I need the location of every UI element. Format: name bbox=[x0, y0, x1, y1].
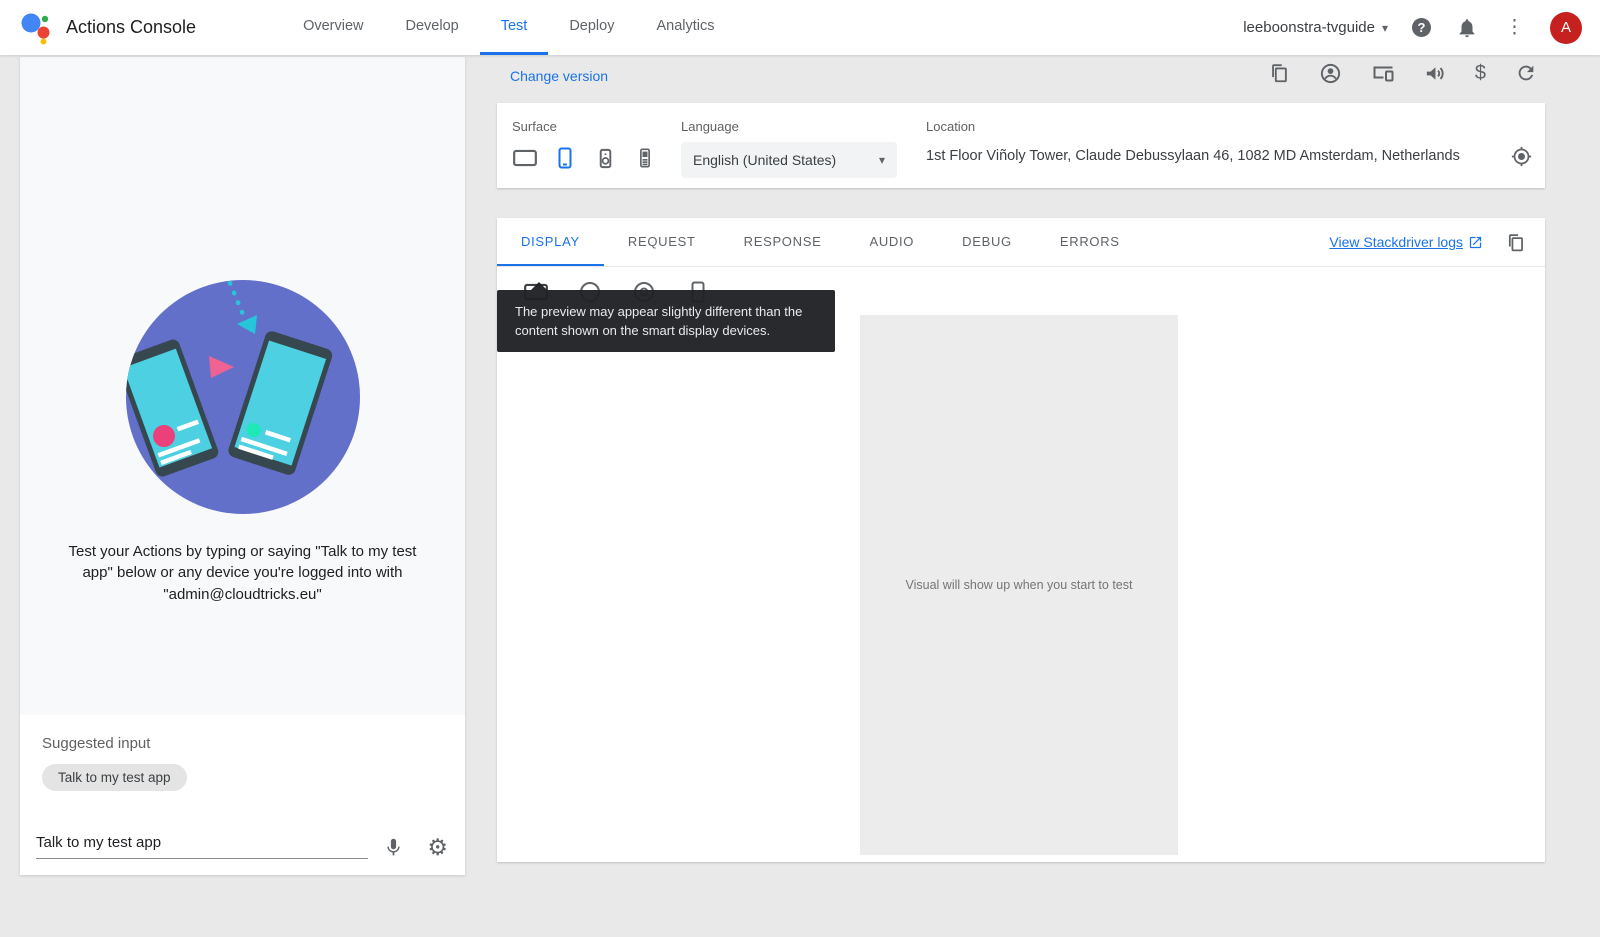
location-value[interactable]: 1st Floor Viñoly Tower, Claude Debussyla… bbox=[926, 148, 1505, 164]
open-in-new-icon bbox=[1468, 235, 1483, 250]
chevron-down-icon: ▾ bbox=[879, 153, 885, 167]
output-panel: DISPLAY REQUEST RESPONSE AUDIO DEBUG ERR… bbox=[497, 218, 1545, 862]
copy-output-icon[interactable] bbox=[1503, 230, 1527, 254]
tab-audio[interactable]: AUDIO bbox=[845, 218, 938, 266]
language-column: Language English (United States) ▾ bbox=[681, 103, 926, 188]
notifications-bell-icon[interactable] bbox=[1455, 16, 1479, 40]
nav-tab-develop[interactable]: Develop bbox=[385, 0, 480, 55]
surface-icons bbox=[512, 145, 681, 171]
mic-icon[interactable] bbox=[382, 835, 405, 859]
surface-smart-display-icon[interactable] bbox=[512, 145, 538, 171]
output-tabbar: DISPLAY REQUEST RESPONSE AUDIO DEBUG ERR… bbox=[497, 218, 1545, 267]
nav-tab-test[interactable]: Test bbox=[480, 0, 549, 55]
nav-tab-analytics[interactable]: Analytics bbox=[635, 0, 735, 55]
surface-settings-card: Surface bbox=[497, 103, 1545, 188]
app-title: Actions Console bbox=[66, 17, 196, 38]
language-select[interactable]: English (United States) ▾ bbox=[681, 142, 897, 178]
simulator-toolbar: $ bbox=[1267, 61, 1538, 85]
simulator-instruction: Test your Actions by typing or saying "T… bbox=[52, 541, 434, 605]
test-illustration bbox=[123, 277, 363, 517]
query-input-row: ⚙ bbox=[36, 828, 448, 859]
settings-gear-icon[interactable]: ⚙ bbox=[427, 835, 448, 859]
copy-icon[interactable] bbox=[1267, 61, 1291, 85]
surface-speaker-icon[interactable] bbox=[592, 145, 618, 171]
surface-feature-phone-icon[interactable] bbox=[632, 145, 658, 171]
refresh-icon[interactable] bbox=[1514, 61, 1538, 85]
devices-icon[interactable] bbox=[1371, 61, 1395, 85]
location-label: Location bbox=[926, 119, 1533, 134]
project-selector[interactable]: leeboonstra-tvguide ▾ bbox=[1243, 19, 1388, 36]
language-label: Language bbox=[681, 119, 926, 134]
suggestion-chip[interactable]: Talk to my test app bbox=[42, 764, 187, 791]
tab-errors[interactable]: ERRORS bbox=[1036, 218, 1144, 266]
tab-request[interactable]: REQUEST bbox=[604, 218, 720, 266]
volume-icon[interactable] bbox=[1423, 61, 1447, 85]
help-icon[interactable]: ? bbox=[1412, 18, 1431, 37]
query-input[interactable] bbox=[36, 828, 368, 859]
tab-display[interactable]: DISPLAY bbox=[497, 218, 604, 266]
surface-label: Surface bbox=[512, 119, 681, 134]
tab-debug[interactable]: DEBUG bbox=[938, 218, 1036, 266]
account-circle-icon[interactable] bbox=[1319, 61, 1343, 85]
tab-response[interactable]: RESPONSE bbox=[720, 218, 846, 266]
account-avatar[interactable]: A bbox=[1550, 12, 1582, 44]
simulator-panel: Test your Actions by typing or saying "T… bbox=[20, 57, 465, 875]
billing-dollar-icon[interactable]: $ bbox=[1475, 62, 1486, 85]
change-version-link[interactable]: Change version bbox=[510, 68, 608, 84]
main-nav: Overview Develop Test Deploy Analytics bbox=[282, 0, 735, 55]
simulator-intro: Test your Actions by typing or saying "T… bbox=[20, 57, 465, 715]
overflow-menu-icon[interactable]: ⋮ bbox=[1503, 16, 1526, 39]
surface-phone-icon[interactable] bbox=[552, 145, 578, 171]
location-column: Location 1st Floor Viñoly Tower, Claude … bbox=[926, 103, 1545, 188]
preview-tooltip: The preview may appear slightly differen… bbox=[497, 290, 835, 352]
my-location-icon[interactable] bbox=[1509, 144, 1533, 168]
language-value: English (United States) bbox=[693, 152, 836, 168]
nav-tab-deploy[interactable]: Deploy bbox=[548, 0, 635, 55]
project-name: leeboonstra-tvguide bbox=[1243, 19, 1375, 36]
chevron-down-icon: ▾ bbox=[1382, 21, 1388, 35]
main-content: Test your Actions by typing or saying "T… bbox=[0, 55, 1600, 937]
assistant-logo-icon bbox=[18, 10, 54, 46]
visual-preview-area: Visual will show up when you start to te… bbox=[860, 315, 1178, 855]
stackdriver-logs-link[interactable]: View Stackdriver logs bbox=[1329, 234, 1483, 250]
suggested-input-label: Suggested input bbox=[42, 735, 465, 752]
visual-placeholder-text: Visual will show up when you start to te… bbox=[906, 578, 1133, 592]
surface-column: Surface bbox=[512, 103, 681, 188]
header-right: leeboonstra-tvguide ▾ ? ⋮ A bbox=[1243, 12, 1582, 44]
nav-tab-overview[interactable]: Overview bbox=[282, 0, 384, 55]
app-header: Actions Console Overview Develop Test De… bbox=[0, 0, 1600, 55]
